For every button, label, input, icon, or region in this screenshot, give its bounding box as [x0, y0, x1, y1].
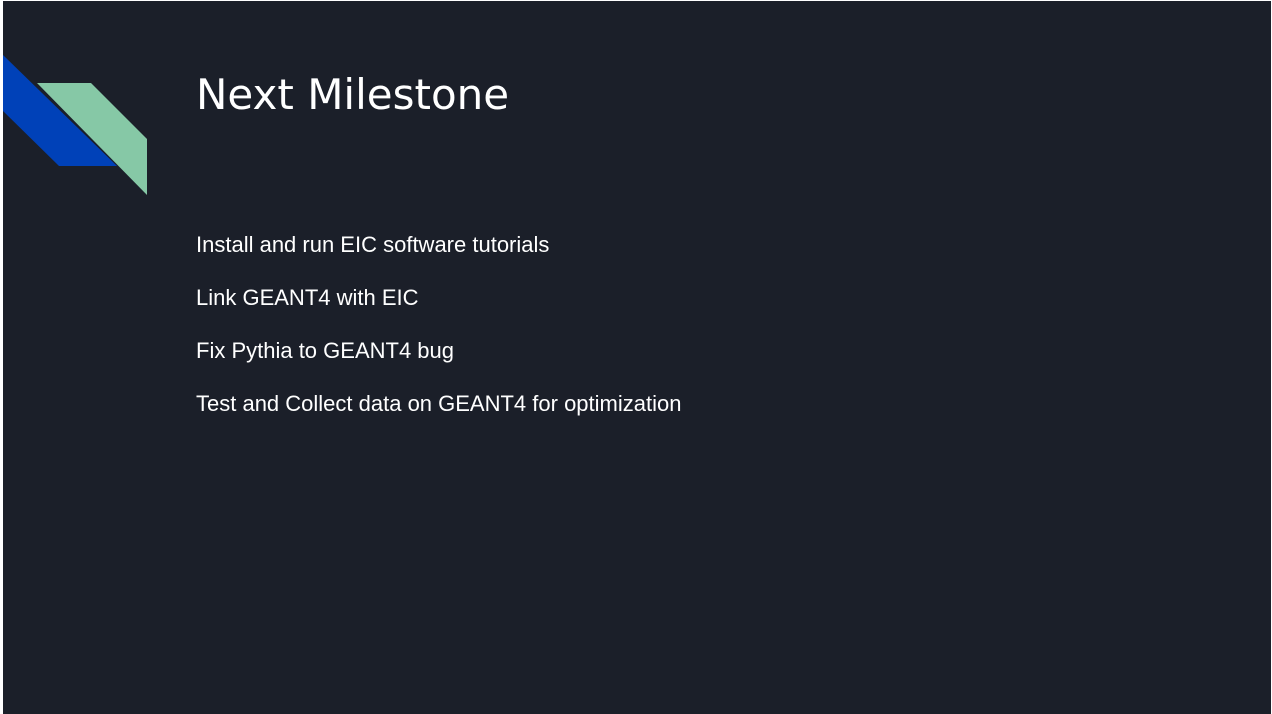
bullet-list: Install and run EIC software tutorials L… [196, 227, 681, 439]
bullet-item: Link GEANT4 with EIC [196, 285, 419, 310]
slide-title: Next Milestone [196, 70, 510, 119]
bullet-item: Test and Collect data on GEANT4 for opti… [196, 391, 682, 416]
bullet-item: Install and run EIC software tutorials [196, 232, 550, 257]
bullet-item: Fix Pythia to GEANT4 bug [196, 338, 454, 363]
slide: Next Milestone Install and run EIC softw… [3, 1, 1271, 714]
slide-frame: Next Milestone Install and run EIC softw… [0, 0, 1272, 714]
corner-accent-shape [3, 55, 147, 195]
